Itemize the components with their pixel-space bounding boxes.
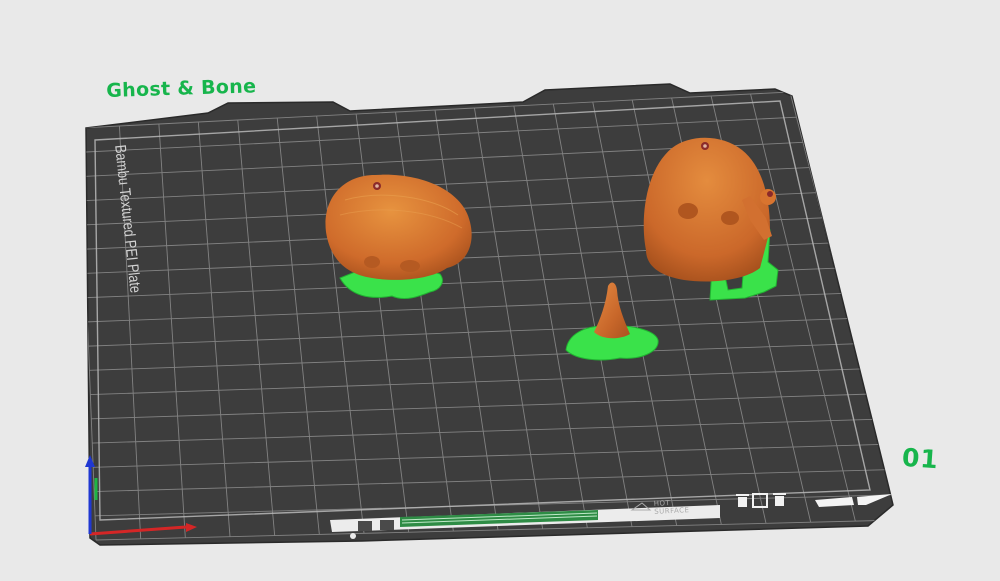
plate-title[interactable]: Ghost & Bone bbox=[106, 75, 257, 102]
plate-number[interactable]: 01 bbox=[901, 443, 940, 474]
bed-plate bbox=[85, 83, 894, 546]
hot-surface-label: HOT SURFACE bbox=[653, 499, 690, 516]
